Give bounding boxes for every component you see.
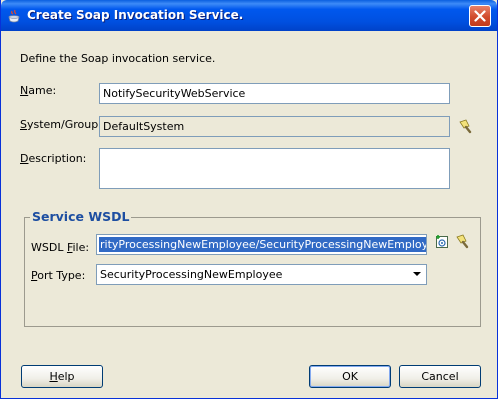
title-bar[interactable]: Create Soap Invocation Service. — [1, 0, 497, 31]
port-type-label: Port Type: — [31, 269, 86, 282]
flashlight-icon — [459, 119, 472, 134]
dialog-content: Define the Soap invocation service. Name… — [4, 31, 494, 395]
service-wsdl-title: Service WSDL — [30, 209, 132, 224]
close-button[interactable] — [469, 5, 491, 27]
create-wsdl-button[interactable] — [434, 234, 452, 252]
wsdl-file-selected-text: rityProcessingNewEmployee/SecurityProces… — [99, 237, 426, 252]
help-button[interactable]: Help — [21, 365, 103, 388]
ok-button[interactable]: OK — [309, 365, 391, 388]
name-input[interactable]: NotifySecurityWebService — [99, 83, 450, 104]
wsdl-file-input[interactable]: rityProcessingNewEmployee/SecurityProces… — [96, 234, 427, 255]
add-wsdl-icon — [436, 235, 448, 248]
description-label: Description: — [20, 152, 87, 165]
close-icon — [474, 10, 486, 22]
flashlight-icon — [456, 234, 469, 249]
dialog-window: Create Soap Invocation Service. Define t… — [0, 0, 498, 399]
coffee-cup-icon — [6, 8, 22, 24]
system-group-label: System/Group: — [20, 118, 102, 131]
wsdl-file-label: WSDL File: — [31, 241, 90, 254]
window-title: Create Soap Invocation Service. — [27, 8, 244, 22]
system-browse-button[interactable] — [458, 118, 476, 136]
description-textarea[interactable] — [99, 148, 450, 189]
name-label: Name: — [20, 84, 57, 97]
cancel-button[interactable]: Cancel — [399, 365, 481, 388]
port-type-select[interactable]: SecurityProcessingNewEmployee — [96, 264, 427, 285]
port-type-value: SecurityProcessingNewEmployee — [100, 268, 283, 281]
intro-text: Define the Soap invocation service. — [20, 52, 216, 65]
system-group-field[interactable]: DefaultSystem — [99, 116, 450, 137]
chevron-down-icon[interactable] — [411, 268, 423, 283]
wsdl-browse-button[interactable] — [455, 233, 473, 251]
